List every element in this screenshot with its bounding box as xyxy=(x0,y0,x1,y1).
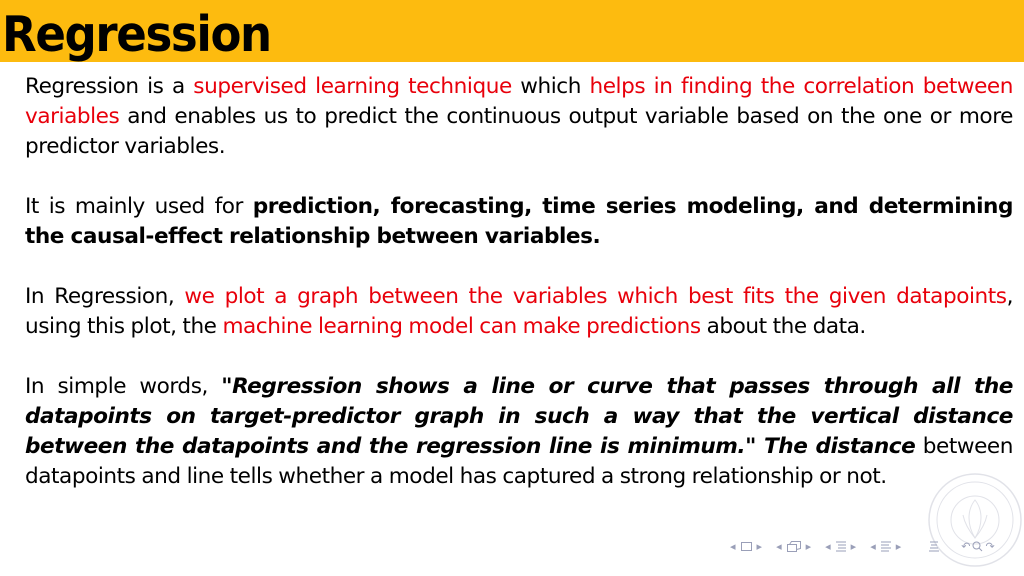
text-segment: which xyxy=(511,74,590,99)
highlight-supervised-learning: supervised learning technique xyxy=(193,74,512,99)
prev-subsection-icon[interactable]: ◂ xyxy=(776,540,782,553)
paragraph-simple-words: In simple words, "Regression shows a lin… xyxy=(25,372,1013,492)
align-icon[interactable] xyxy=(929,541,940,552)
title-bar: Regression xyxy=(0,0,1024,63)
section-nav-group: ◂ ▸ xyxy=(870,540,901,553)
frame-icon[interactable] xyxy=(740,541,752,551)
highlight-best-fit: we plot a graph between the variables wh… xyxy=(184,284,1007,309)
forward-icon[interactable]: ↷ xyxy=(985,540,994,553)
stacked-frames-icon[interactable] xyxy=(786,540,801,552)
align-group xyxy=(929,541,940,552)
subsection-frames-nav-group: ◂ ▸ xyxy=(776,540,811,553)
prev-slide-icon[interactable]: ◂ xyxy=(870,540,876,553)
highlight-predictions: machine learning model can make predicti… xyxy=(222,314,701,339)
search-icon[interactable] xyxy=(972,541,983,552)
back-icon[interactable]: ↶ xyxy=(961,540,970,553)
paragraph-plot: In Regression, we plot a graph between t… xyxy=(25,282,1013,342)
beamer-navigation-bar: ◂ ▸ ◂ ▸ ◂ ▸ ◂ ▸ ↶ ↷ xyxy=(730,537,1009,555)
text-segment: In simple words, xyxy=(25,374,222,399)
text-segment: It is mainly used for xyxy=(25,194,253,219)
text-segment: and enables us to predict the continuous… xyxy=(25,104,1013,159)
paragraph-definition: Regression is a supervised learning tech… xyxy=(25,72,1013,162)
slide-body: Regression is a supervised learning tech… xyxy=(25,72,1013,522)
text-segment: In Regression, xyxy=(25,284,185,309)
subsection-nav-group: ◂ ▸ xyxy=(825,540,856,553)
next-subsection-icon[interactable]: ▸ xyxy=(806,540,812,553)
slide-title: Regression xyxy=(2,6,272,63)
next-frame-icon[interactable]: ▸ xyxy=(757,540,763,553)
prev-section-icon[interactable]: ◂ xyxy=(825,540,831,553)
section-list-icon[interactable] xyxy=(880,541,891,552)
paragraph-uses: It is mainly used for prediction, foreca… xyxy=(25,192,1013,252)
text-segment: about the data. xyxy=(700,314,867,339)
university-seal-watermark xyxy=(928,473,1022,567)
prev-frame-icon[interactable]: ◂ xyxy=(730,540,736,553)
frame-nav-group: ◂ ▸ xyxy=(730,540,762,553)
subsection-list-icon[interactable] xyxy=(835,541,846,552)
search-group: ↶ ↷ xyxy=(961,540,994,553)
next-section-icon[interactable]: ▸ xyxy=(851,540,857,553)
text-segment: Regression is a xyxy=(25,74,194,99)
next-slide-icon[interactable]: ▸ xyxy=(896,540,902,553)
